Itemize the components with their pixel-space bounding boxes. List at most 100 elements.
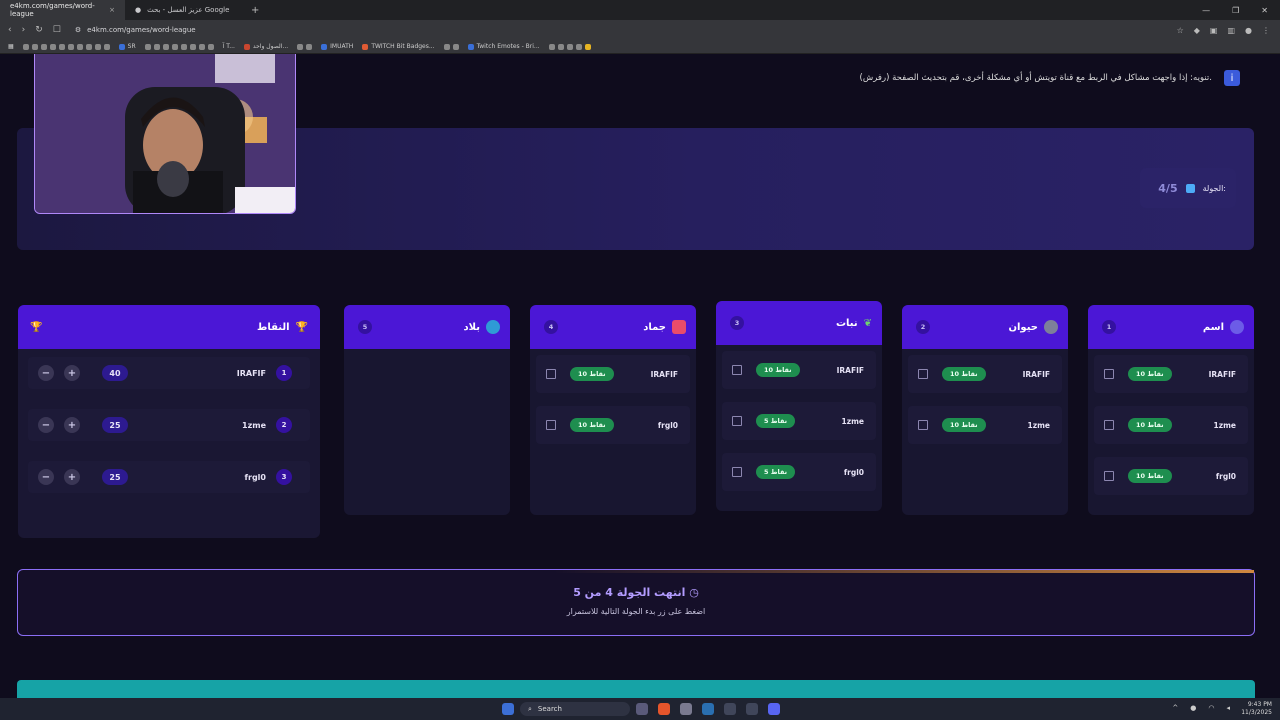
round-end-subtitle: اضغط على زر بدء الجولة التالية للاستمرار	[566, 607, 706, 616]
bookmark-item[interactable]: IMUATH	[321, 43, 353, 50]
column-number: 5	[358, 320, 372, 334]
date: 11/3/2025	[1241, 709, 1272, 716]
answer-row: 10 نقاط frgl0	[536, 406, 690, 444]
url-field[interactable]: e4km.com/games/word-league	[87, 26, 196, 34]
column-plants: 3 نبات ❦ 10 نقاط IRAFIF 5 نقاط 1zme 5 نقا…	[716, 301, 882, 511]
new-tab-button[interactable]: +	[245, 5, 265, 16]
trash-icon[interactable]	[918, 369, 928, 379]
minus-button[interactable]: −	[38, 417, 54, 433]
trash-icon[interactable]	[546, 369, 556, 379]
round-icon	[1185, 183, 1195, 193]
mic-icon[interactable]: ●	[1190, 704, 1196, 712]
profile-icon[interactable]: ●	[1245, 26, 1252, 35]
column-names: 1 اسم 10 نقاط IRAFIF 10 نقاط 1zme 10 نقا…	[1088, 305, 1254, 515]
maximize-icon[interactable]: ❐	[1232, 6, 1239, 15]
apps-icon[interactable]: ▦	[8, 43, 14, 50]
player-rank: 3	[276, 469, 292, 485]
player-name: frgl0	[657, 420, 678, 430]
points-badge: 10 نقاط	[570, 367, 614, 381]
wifi-icon[interactable]: ◠	[1208, 704, 1214, 712]
column-title: اسم	[1202, 321, 1224, 333]
round-end-panel: انتهت الجولة 4 من 5 ◷ اضغط على زر بدء ال…	[17, 569, 1255, 636]
tab-google-search[interactable]: ● عزيز العسل - بحث Google	[125, 0, 245, 20]
player-points: 25	[102, 417, 128, 433]
sidebar-icon[interactable]: ▥	[1227, 26, 1235, 35]
bookmark-item[interactable]	[443, 43, 459, 50]
minus-button[interactable]: −	[38, 469, 54, 485]
column-header: 1 اسم	[1088, 305, 1254, 349]
answer-row: 5 نقاط 1zme	[722, 402, 876, 440]
minimize-icon[interactable]: —	[1202, 6, 1210, 15]
bookmark-item[interactable]: TWITCH Bit Badges...	[362, 43, 435, 50]
app-icon[interactable]	[636, 703, 648, 715]
paw-icon	[1044, 320, 1058, 334]
bookmark-item[interactable]	[548, 43, 591, 50]
steam-icon[interactable]	[702, 703, 714, 715]
site-info-icon[interactable]: ⚙	[75, 26, 81, 34]
app-icon[interactable]	[680, 703, 692, 715]
windows-start-icon[interactable]	[502, 703, 514, 715]
plus-button[interactable]: +	[64, 469, 80, 485]
star-icon[interactable]: ☆	[1177, 26, 1184, 35]
round-end-title-text: انتهت الجولة 4 من 5	[573, 586, 686, 599]
plus-button[interactable]: +	[64, 365, 80, 381]
trash-icon[interactable]	[732, 467, 742, 477]
trophy-icon: 🏆	[295, 321, 308, 333]
answer-row: 10 نقاط IRAFIF	[1094, 355, 1248, 393]
answer-row: 10 نقاط frgl0	[1094, 457, 1248, 495]
bookmark-item[interactable]	[144, 43, 214, 50]
trash-icon[interactable]	[1104, 471, 1114, 481]
player-name: IRAFIF	[1022, 369, 1050, 379]
chevron-up-icon[interactable]: ^	[1172, 704, 1178, 712]
minus-button[interactable]: −	[38, 365, 54, 381]
column-header: 5 بلاد	[344, 305, 510, 349]
shield-icon[interactable]: ◆	[1194, 26, 1200, 35]
browser-icon[interactable]	[658, 703, 670, 715]
trash-icon[interactable]	[1104, 420, 1114, 430]
bookmark-item[interactable]: آ T...	[223, 43, 235, 50]
close-window-icon[interactable]: ✕	[1261, 6, 1268, 15]
score-header: 🏆 النقاط 🏆	[18, 305, 320, 349]
bookmark-item[interactable]: الصول واحد...	[243, 43, 288, 50]
bookmark-item[interactable]: Twitch Emotes - Bri...	[467, 43, 540, 50]
info-icon: i	[1224, 70, 1240, 86]
trash-icon[interactable]	[546, 420, 556, 430]
close-icon[interactable]: ×	[109, 6, 115, 14]
bookmark-item[interactable]	[22, 43, 110, 50]
window-controls: — ❐ ✕	[1202, 6, 1280, 15]
trophy-icon: 🏆	[30, 321, 43, 333]
forward-icon[interactable]: ›	[22, 25, 26, 35]
column-objects: 4 جماد 10 نقاط IRAFIF 10 نقاط frgl0	[530, 305, 696, 515]
trash-icon[interactable]	[918, 420, 928, 430]
bookmark-item[interactable]	[297, 43, 313, 50]
address-bar: ‹ › ↻ ☐ ⚙ e4km.com/games/word-league ☆ ◆…	[0, 20, 1280, 40]
windows-taskbar: ⌕ Search ^ ● ◠ ◂ 9:43 PM 11/3/2025	[0, 698, 1280, 720]
column-title: جماد	[643, 321, 666, 333]
trash-icon[interactable]	[1104, 369, 1114, 379]
column-number: 4	[544, 320, 558, 334]
extensions-icon[interactable]: ▣	[1210, 26, 1218, 35]
tab-word-league[interactable]: e4km.com/games/word-league ×	[0, 0, 125, 20]
discord-icon[interactable]	[768, 703, 780, 715]
points-badge: 10 نقاط	[942, 367, 986, 381]
app-icon[interactable]	[746, 703, 758, 715]
player-name: 1zme	[1027, 420, 1051, 430]
back-icon[interactable]: ‹	[8, 25, 12, 35]
plus-button[interactable]: +	[64, 417, 80, 433]
tab-label: e4km.com/games/word-league	[10, 2, 95, 18]
bookmark-icon[interactable]: ☐	[53, 25, 61, 35]
player-name: frgl0	[1215, 471, 1236, 481]
bookmark-item[interactable]: SR	[118, 43, 136, 50]
app-icon[interactable]	[724, 703, 736, 715]
taskbar-search[interactable]: ⌕ Search	[520, 702, 630, 716]
menu-icon[interactable]: ⋮	[1262, 26, 1270, 35]
trash-icon[interactable]	[732, 365, 742, 375]
player-name: frgl0	[244, 472, 266, 482]
google-icon: ●	[135, 6, 142, 14]
reload-icon[interactable]: ↻	[35, 25, 43, 35]
volume-icon[interactable]: ◂	[1226, 704, 1230, 712]
answer-row: 10 نقاط IRAFIF	[536, 355, 690, 393]
trash-icon[interactable]	[732, 416, 742, 426]
score-row: − + 40 IRAFIF 1	[28, 357, 310, 389]
clock[interactable]: 9:43 PM 11/3/2025	[1241, 701, 1272, 717]
